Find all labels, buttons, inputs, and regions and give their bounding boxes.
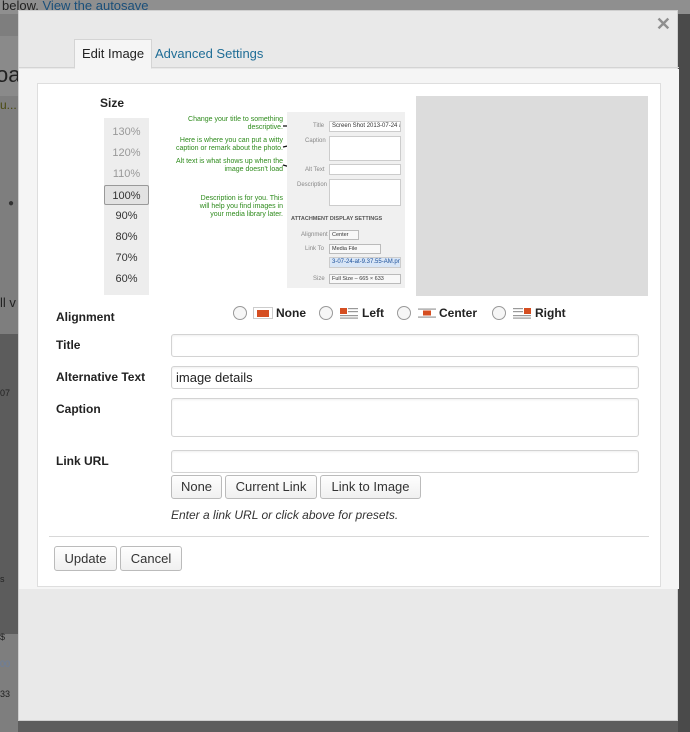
background-fragment: s [0, 574, 5, 584]
background-fragment: 33 [0, 689, 11, 699]
size-option-100[interactable]: 100% [104, 185, 149, 205]
link-to-image-button[interactable]: Link to Image [320, 475, 421, 499]
align-right-icon [513, 308, 531, 319]
size-label: Size [100, 96, 125, 110]
af-alignment-label: Alignment [301, 232, 328, 238]
align-center-icon [418, 308, 436, 318]
annotation-form: Title Screen Shot 2013-07-24 at Caption … [287, 112, 405, 288]
tab-advanced-settings[interactable]: Advanced Settings [147, 39, 271, 69]
align-right-radio[interactable] [492, 306, 506, 320]
align-center-label: Center [439, 306, 478, 320]
af-description-label: Description [297, 182, 328, 188]
align-left-radio[interactable] [319, 306, 333, 320]
size-option-90[interactable]: 90% [104, 206, 149, 226]
align-none-icon [253, 307, 273, 319]
size-option-110[interactable]: 110% [104, 164, 149, 184]
background-right-strip [678, 14, 690, 732]
af-alignment-select: Center [329, 230, 359, 240]
align-none-radio[interactable] [233, 306, 247, 320]
align-left-icon [340, 308, 358, 319]
size-option-60[interactable]: 60% [104, 269, 149, 289]
af-link-select: Media File [329, 244, 381, 254]
af-title-input: Screen Shot 2013-07-24 at [329, 121, 401, 132]
background-left-strip: oa u... ● ll v 07 s $ 00 33 [0, 14, 18, 732]
align-none-option[interactable]: None [233, 305, 313, 321]
cancel-button[interactable]: Cancel [120, 546, 182, 571]
af-title-label: Title [313, 123, 325, 129]
caption-label: Caption [56, 402, 101, 416]
size-option-70[interactable]: 70% [104, 248, 149, 268]
tab-bar: Edit Image Advanced Settings [19, 35, 679, 69]
af-link-label: Link To [305, 246, 324, 252]
align-none-label: None [276, 306, 306, 320]
background-fragment: oa [0, 62, 18, 87]
background-fragment: ● [8, 198, 15, 209]
align-right-label: Right [535, 306, 566, 320]
link-url-label: Link URL [56, 454, 109, 468]
af-size-label: Size [313, 276, 325, 282]
image-preview-placeholder [416, 96, 648, 296]
align-right-option[interactable]: Right [492, 305, 567, 321]
af-alt-label: Alt Text [305, 167, 325, 173]
align-center-option[interactable]: Center [397, 305, 482, 321]
image-preview: Change your title to something descripti… [165, 110, 409, 290]
background-fragment: 00 [0, 659, 11, 669]
title-label: Title [56, 338, 81, 352]
link-none-button[interactable]: None [171, 475, 222, 499]
af-alt-input [329, 164, 401, 175]
size-option-80[interactable]: 80% [104, 227, 149, 247]
align-center-radio[interactable] [397, 306, 411, 320]
size-option-120[interactable]: 120% [104, 143, 149, 163]
alt-text-input[interactable] [171, 366, 639, 389]
tab-edit-image[interactable]: Edit Image [74, 39, 153, 69]
alignment-label: Alignment [56, 310, 115, 324]
background-fragment: $ [0, 632, 6, 642]
af-size-select: Full Size – 665 × 633 [329, 274, 401, 284]
background-fragment: u... [0, 98, 17, 112]
background-fragment: ll v [0, 295, 16, 310]
link-hint: Enter a link URL or click above for pres… [171, 508, 399, 522]
align-left-label: Left [362, 306, 384, 320]
af-section-title: ATTACHMENT DISPLAY SETTINGS [291, 216, 383, 222]
link-current-button[interactable]: Current Link [225, 475, 317, 499]
size-list: 130% 120% 110% 100% 90% 80% 70% 60% [104, 118, 149, 295]
caption-textarea[interactable] [171, 398, 639, 437]
title-input[interactable] [171, 334, 639, 357]
af-description-input [329, 179, 401, 206]
background-stripe [0, 334, 18, 634]
close-icon[interactable]: ✕ [656, 14, 671, 34]
align-left-option[interactable]: Left [319, 305, 389, 321]
size-option-130[interactable]: 130% [104, 122, 149, 142]
update-button[interactable]: Update [54, 546, 117, 571]
af-url-input: 3-07-24-at-9.37.55-AM.png [329, 257, 401, 268]
link-url-input[interactable] [171, 450, 639, 473]
divider [49, 536, 649, 537]
alt-text-label: Alternative Text [56, 370, 146, 384]
af-caption-input [329, 136, 401, 161]
background-fragment: 07 [0, 388, 11, 398]
af-caption-label: Caption [305, 138, 326, 144]
